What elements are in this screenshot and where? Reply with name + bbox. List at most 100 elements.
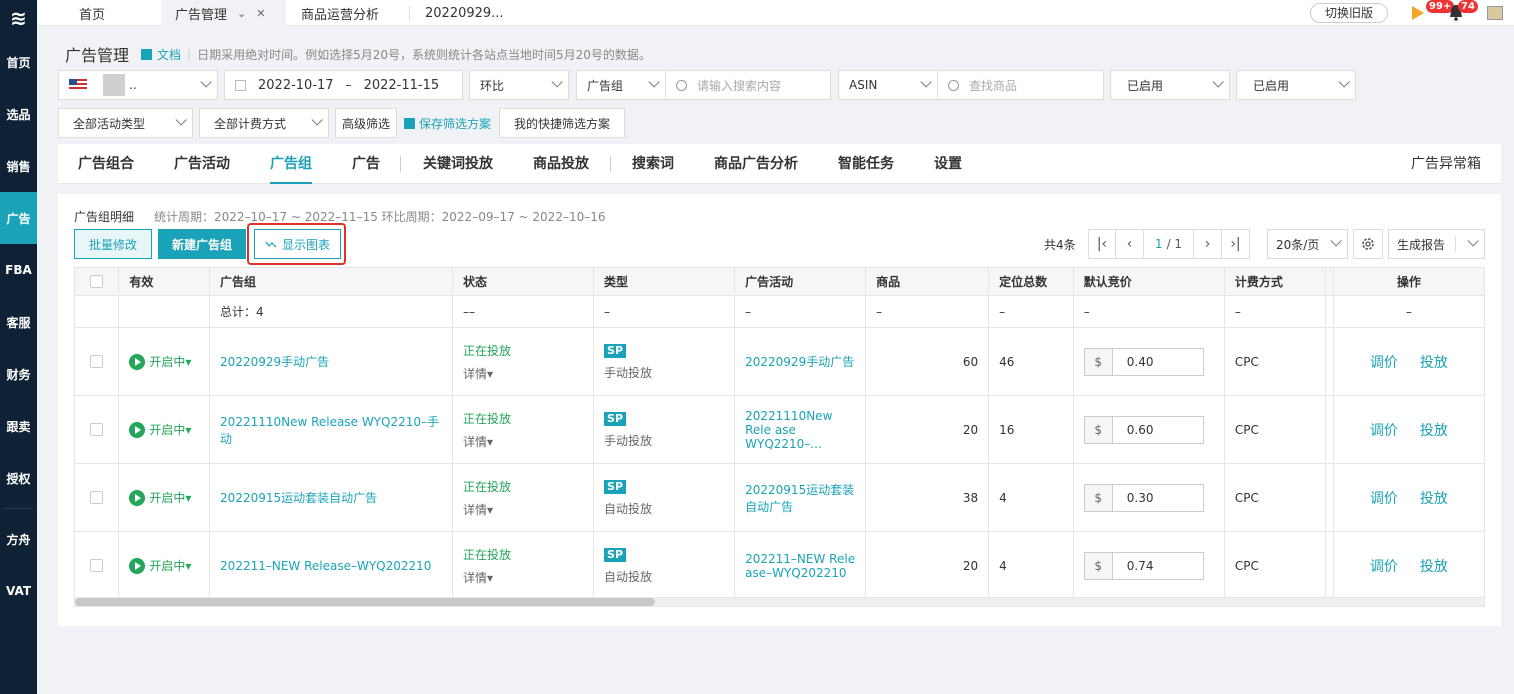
targeting-link[interactable]: 投放 xyxy=(1420,488,1448,508)
column-header[interactable]: 状态 xyxy=(451,267,595,296)
products-count[interactable]: 60 xyxy=(865,327,990,396)
sidebar-item-ads[interactable]: 广告 xyxy=(0,192,37,244)
status-toggle[interactable]: 开启中 ▾ xyxy=(129,557,199,574)
scrollbar-thumb[interactable] xyxy=(75,598,655,606)
tab-settings[interactable]: 设置 xyxy=(934,144,962,184)
details-dropdown[interactable]: 详情▾ xyxy=(463,501,583,518)
tab-ad-management[interactable]: 广告管理 ⌄ ✕ xyxy=(161,0,286,26)
sidebar-item-ark[interactable]: 方舟 xyxy=(0,513,37,565)
ad-group-link[interactable]: 202211–NEW Release–WYQ202210 xyxy=(220,559,431,573)
advanced-filter-button[interactable]: 高级筛选 xyxy=(335,108,398,138)
campaign-link[interactable]: 20220929手动广告 xyxy=(745,355,854,369)
tab-smart-tasks[interactable]: 智能任务 xyxy=(838,144,894,184)
ad-anomaly-box-link[interactable]: 广告异常箱 xyxy=(1411,144,1481,184)
ad-group-link[interactable]: 20220929手动广告 xyxy=(220,355,329,369)
tab-keyword-targeting[interactable]: 关键词投放 xyxy=(423,144,493,184)
column-header[interactable]: 广告组 xyxy=(209,267,453,296)
sidebar-item-home[interactable]: 首页 xyxy=(0,36,37,88)
doc-link[interactable]: 文档 xyxy=(141,46,181,63)
row-checkbox[interactable] xyxy=(90,355,104,368)
default-bid-input[interactable]: $0.40 xyxy=(1083,347,1204,376)
sidebar-item-sales[interactable]: 销售 xyxy=(0,140,37,192)
tab-search-terms[interactable]: 搜索词 xyxy=(632,144,674,184)
last-page-button[interactable]: ›| xyxy=(1222,229,1250,259)
details-dropdown[interactable]: 详情▾ xyxy=(463,365,583,382)
close-icon[interactable]: ✕ xyxy=(256,7,265,20)
prev-page-button[interactable]: ‹ xyxy=(1116,229,1144,259)
asin-select[interactable]: ASIN xyxy=(838,70,938,100)
settings-button[interactable] xyxy=(1353,229,1383,259)
next-page-button[interactable]: › xyxy=(1194,229,1222,259)
search-field-select[interactable]: 广告组 xyxy=(576,70,666,100)
default-bid-input[interactable]: $0.74 xyxy=(1083,551,1204,580)
column-header[interactable]: 广告活动 xyxy=(734,267,867,296)
tab-home[interactable]: 首页 xyxy=(65,0,119,26)
default-bid-input[interactable]: $0.60 xyxy=(1083,415,1204,444)
status-toggle[interactable]: 开启中 ▾ xyxy=(129,353,199,370)
chevron-down-icon[interactable]: ⌄ xyxy=(237,7,246,20)
adjust-bid-link[interactable]: 调价 xyxy=(1370,352,1398,372)
column-header[interactable]: 计费方式 xyxy=(1223,267,1326,296)
products-count[interactable]: 20 xyxy=(865,395,990,464)
tab-portfolio[interactable]: 广告组合 xyxy=(78,144,134,184)
status-toggle[interactable]: 开启中 ▾ xyxy=(129,489,199,506)
sidebar-item-auth[interactable]: 授权 xyxy=(0,452,37,504)
column-header[interactable]: 有效 xyxy=(118,267,211,296)
sidebar-item-selection[interactable]: 选品 xyxy=(0,88,37,140)
campaign-link[interactable]: 20221110New Rele ase WYQ2210–... xyxy=(745,409,832,451)
save-filter-scheme-link[interactable]: 保存筛选方案 xyxy=(404,108,491,138)
row-checkbox[interactable] xyxy=(90,559,104,572)
targeting-link[interactable]: 投放 xyxy=(1420,420,1448,440)
tab-product-targeting[interactable]: 商品投放 xyxy=(533,144,589,184)
row-checkbox[interactable] xyxy=(90,423,104,436)
switch-old-version-button[interactable]: 切换旧版 xyxy=(1310,3,1389,23)
sidebar-item-fba[interactable]: FBA xyxy=(0,244,37,296)
sidebar-item-finance[interactable]: 财务 xyxy=(0,348,37,400)
search-input[interactable]: 请输入搜索内容 xyxy=(665,70,831,100)
page-indicator[interactable]: 1 / 1 xyxy=(1144,229,1194,259)
product-search-input[interactable]: 查找商品 xyxy=(937,70,1104,100)
activity-type-select[interactable]: 全部活动类型 xyxy=(58,108,193,138)
status-toggle[interactable]: 开启中 ▾ xyxy=(129,421,199,438)
tab-product-analysis[interactable]: 商品运营分析 xyxy=(287,0,393,26)
details-dropdown[interactable]: 详情▾ xyxy=(463,569,583,586)
logo[interactable]: ≋ xyxy=(0,0,37,36)
campaign-link[interactable]: 20220915运动套装自动广告 xyxy=(745,483,854,514)
targeting-link[interactable]: 投放 xyxy=(1420,352,1448,372)
first-page-button[interactable]: |‹ xyxy=(1088,229,1116,259)
status-select-1[interactable]: 已启用 xyxy=(1110,70,1230,100)
date-range-picker[interactable]: 2022-10-17 – 2022-11-15 xyxy=(224,70,463,100)
compare-select[interactable]: 环比 xyxy=(469,70,569,100)
column-header[interactable]: 商品 xyxy=(865,267,990,296)
billing-select[interactable]: 全部计费方式 xyxy=(199,108,329,138)
adjust-bid-link[interactable]: 调价 xyxy=(1370,556,1398,576)
targeting-link[interactable]: 投放 xyxy=(1420,556,1448,576)
ad-group-link[interactable]: 20221110New Release WYQ2210–手动 xyxy=(220,415,439,446)
store-select[interactable]: .. xyxy=(58,70,218,100)
products-count[interactable]: 20 xyxy=(865,531,990,600)
page-size-select[interactable]: 20条/页 xyxy=(1267,229,1348,259)
new-ad-group-button[interactable]: 新建广告组 xyxy=(158,229,247,259)
products-count[interactable]: 38 xyxy=(865,463,990,532)
generate-report-button[interactable]: 生成报告 xyxy=(1388,229,1485,259)
adjust-bid-link[interactable]: 调价 xyxy=(1370,488,1398,508)
sidebar-item-follow[interactable]: 跟卖 xyxy=(0,400,37,452)
sidebar-item-vat[interactable]: VAT xyxy=(0,565,37,617)
details-dropdown[interactable]: 详情▾ xyxy=(463,433,583,450)
column-header[interactable]: 类型 xyxy=(593,267,736,296)
tab-campaign[interactable]: 广告活动 xyxy=(174,144,230,184)
sidebar-item-service[interactable]: 客服 xyxy=(0,296,37,348)
select-all-checkbox[interactable] xyxy=(90,275,104,288)
tab-product-ad-analysis[interactable]: 商品广告分析 xyxy=(714,144,798,184)
bulk-edit-button[interactable]: 批量修改 xyxy=(74,229,153,259)
column-header[interactable]: 默认竞价 xyxy=(1072,267,1225,296)
adjust-bid-link[interactable]: 调价 xyxy=(1370,420,1398,440)
ad-group-link[interactable]: 20220915运动套装自动广告 xyxy=(220,491,377,505)
column-header[interactable]: 定位总数 xyxy=(988,267,1074,296)
flag-icon[interactable] xyxy=(1410,5,1426,21)
tab-20220929[interactable]: 20220929... xyxy=(411,0,518,26)
status-select-2[interactable]: 已启用 xyxy=(1236,70,1356,100)
campaign-link[interactable]: 202211–NEW Rele ase–WYQ202210 xyxy=(745,552,855,580)
tab-ad[interactable]: 广告 xyxy=(352,144,380,184)
tab-ad-group[interactable]: 广告组 xyxy=(270,144,312,184)
